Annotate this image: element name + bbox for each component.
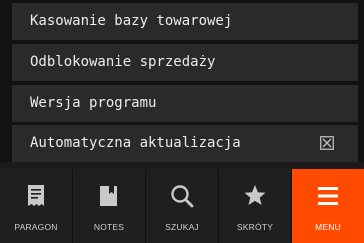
- tab-paragon[interactable]: PARAGON: [0, 169, 73, 243]
- menu-list: Kasowanie bazy towarowej Odblokowanie sp…: [0, 0, 364, 168]
- menu-item-wersja-programu[interactable]: Wersja programu: [12, 85, 358, 122]
- menu-divider: [0, 162, 364, 169]
- menu-item-label: Wersja programu: [30, 95, 157, 111]
- notebook-icon: [100, 186, 117, 206]
- bottom-tab-bar: PARAGON NOTES SZUKAJ SKRÓTY MENU: [0, 169, 364, 243]
- receipt-icon: [28, 185, 44, 206]
- screen: Kasowanie bazy towarowej Odblokowanie sp…: [0, 0, 364, 243]
- menu-item-label: Automatyczna aktualizacja: [30, 135, 241, 151]
- tab-label: SKRÓTY: [236, 222, 274, 232]
- tab-notes[interactable]: NOTES: [73, 169, 146, 243]
- menu-item-odblokowanie-sprzedazy[interactable]: Odblokowanie sprzedaży: [12, 44, 358, 81]
- tab-szukaj[interactable]: SZUKAJ: [146, 169, 219, 243]
- auto-update-checkbox[interactable]: [320, 136, 334, 150]
- star-icon: [244, 185, 266, 205]
- menu-item-kasowanie-bazy[interactable]: Kasowanie bazy towarowej: [12, 3, 358, 40]
- tab-skroty[interactable]: SKRÓTY: [219, 169, 292, 243]
- tab-label: MENU: [315, 222, 341, 232]
- tab-label: SZUKAJ: [165, 222, 199, 232]
- menu-item-label: Odblokowanie sprzedaży: [30, 54, 216, 70]
- search-icon: [171, 185, 194, 208]
- tab-label: NOTES: [93, 222, 125, 232]
- tab-menu[interactable]: MENU: [292, 169, 364, 243]
- menu-item-automatyczna-aktualizacja[interactable]: Automatyczna aktualizacja: [12, 125, 358, 162]
- menu-item-label: Kasowanie bazy towarowej: [30, 13, 233, 29]
- tab-label: PARAGON: [14, 222, 58, 232]
- hamburger-menu-icon: [318, 187, 338, 205]
